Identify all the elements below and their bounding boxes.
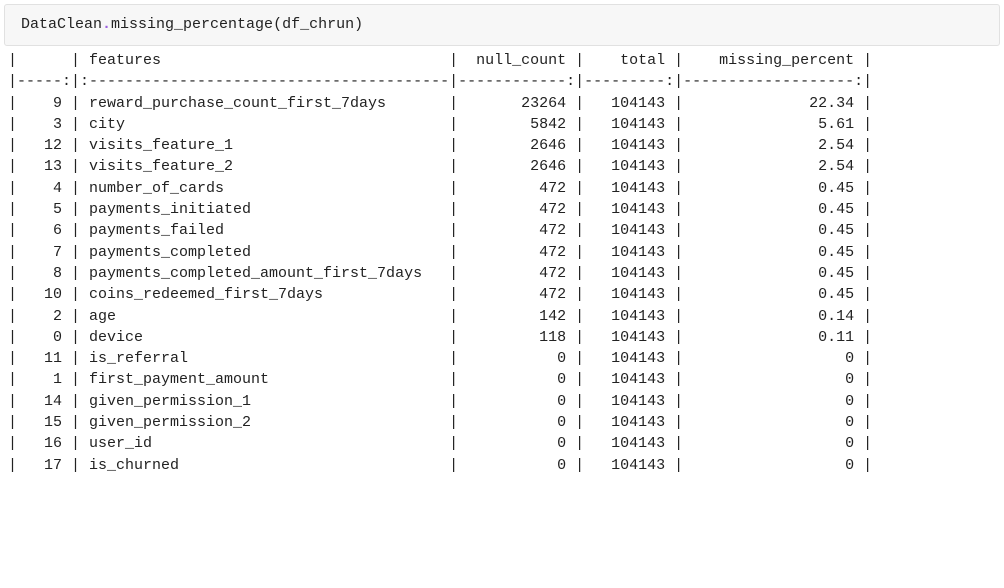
- code-function-token: missing_percentage: [111, 16, 273, 33]
- code-open-paren: (: [273, 16, 282, 33]
- code-close-paren: ): [354, 16, 363, 33]
- code-input-cell[interactable]: DataClean.missing_percentage(df_chrun): [4, 4, 1000, 46]
- code-class-token: DataClean: [21, 16, 102, 33]
- output-table: | | features | null_count | total | miss…: [0, 48, 1004, 482]
- code-dot-token: .: [102, 16, 111, 33]
- code-argument-token: df_chrun: [282, 16, 354, 33]
